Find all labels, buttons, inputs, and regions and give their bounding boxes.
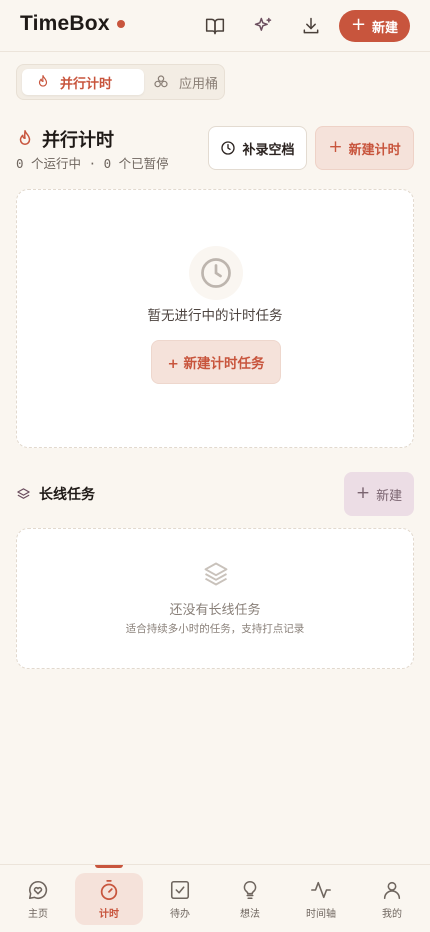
plus-icon: + [355, 483, 371, 503]
nav-label: 待办 [170, 908, 190, 920]
new-timer-label: 新建计时 [348, 142, 401, 158]
backfill-label: 补录空档 [242, 142, 295, 158]
timer-page: TimeBox + 新建 并行计时 应用桶 并行计时 0 个运行中 · 0 个已… [0, 0, 430, 932]
tab-label: 并行计时 [60, 76, 113, 92]
section-title: 并行计时 [16, 126, 114, 152]
layers-icon [16, 487, 31, 502]
empty-timers-text: 暂无进行中的计时任务 [147, 308, 283, 324]
clock-icon [189, 246, 243, 300]
app-header: TimeBox + 新建 [0, 0, 430, 52]
activity-icon [310, 879, 332, 901]
header-new-button[interactable]: + 新建 [339, 10, 410, 42]
create-timer-task-button[interactable]: + 新建计时任务 [151, 340, 281, 384]
empty-long-tasks-title: 还没有长线任务 [169, 603, 261, 618]
bottom-nav: 主页 计时 待办 想法 时间轴 我的 [0, 864, 430, 932]
nav-ideas[interactable]: 想法 [216, 873, 284, 925]
backfill-button[interactable]: 补录空档 [208, 126, 307, 170]
brand-name: TimeBox [20, 12, 110, 35]
timers-empty-card: 暂无进行中的计时任务 + 新建计时任务 [16, 189, 414, 448]
nav-todo[interactable]: 待办 [146, 873, 214, 925]
nav-label: 计时 [99, 908, 119, 920]
section-title-text: 并行计时 [42, 130, 114, 151]
new-timer-button[interactable]: + 新建计时 [315, 126, 414, 170]
sparkle-icon[interactable] [251, 14, 275, 38]
long-tasks-empty-card: 还没有长线任务 适合持续多小时的任务，支持打点记录 [16, 528, 414, 669]
chat-heart-icon [27, 879, 49, 901]
plus-icon: + [350, 14, 367, 35]
buckets-icon [153, 74, 169, 90]
long-tasks-title-text: 长线任务 [39, 487, 95, 503]
header-new-label: 新建 [372, 20, 399, 36]
timer-status-summary: 0 个运行中 · 0 个已暂停 [16, 156, 169, 171]
stopwatch-icon [98, 879, 120, 901]
mode-tabs: 并行计时 应用桶 [16, 64, 225, 100]
empty-long-tasks-hint: 适合持续多小时的任务，支持打点记录 [125, 623, 305, 635]
user-icon [381, 879, 403, 901]
flame-icon [36, 74, 50, 90]
nav-profile[interactable]: 我的 [358, 873, 426, 925]
long-task-new-label: 新建 [376, 488, 403, 504]
nav-timer[interactable]: 计时 [75, 873, 143, 925]
tab-parallel-timer[interactable]: 并行计时 [22, 69, 144, 95]
download-icon[interactable] [299, 14, 323, 38]
tab-app-buckets[interactable]: 应用桶 [139, 69, 229, 95]
long-tasks-title: 长线任务 [16, 484, 95, 504]
clock-icon [220, 140, 236, 156]
nav-label: 时间轴 [306, 908, 336, 920]
layers-icon [201, 559, 231, 589]
nav-label: 主页 [28, 908, 48, 920]
book-icon[interactable] [203, 14, 227, 38]
plus-icon: + [328, 137, 343, 157]
flame-icon [16, 129, 34, 149]
checkbox-icon [169, 879, 191, 901]
long-task-new-button[interactable]: + 新建 [344, 472, 414, 516]
nav-home[interactable]: 主页 [4, 873, 72, 925]
nav-label: 想法 [240, 908, 260, 920]
lightbulb-icon [239, 879, 261, 901]
nav-label: 我的 [382, 908, 402, 920]
tab-label: 应用桶 [179, 76, 219, 92]
nav-timeline[interactable]: 时间轴 [287, 873, 355, 925]
status-dot [116, 20, 125, 28]
app-brand: TimeBox [20, 12, 125, 36]
active-tab-indicator [95, 865, 123, 868]
